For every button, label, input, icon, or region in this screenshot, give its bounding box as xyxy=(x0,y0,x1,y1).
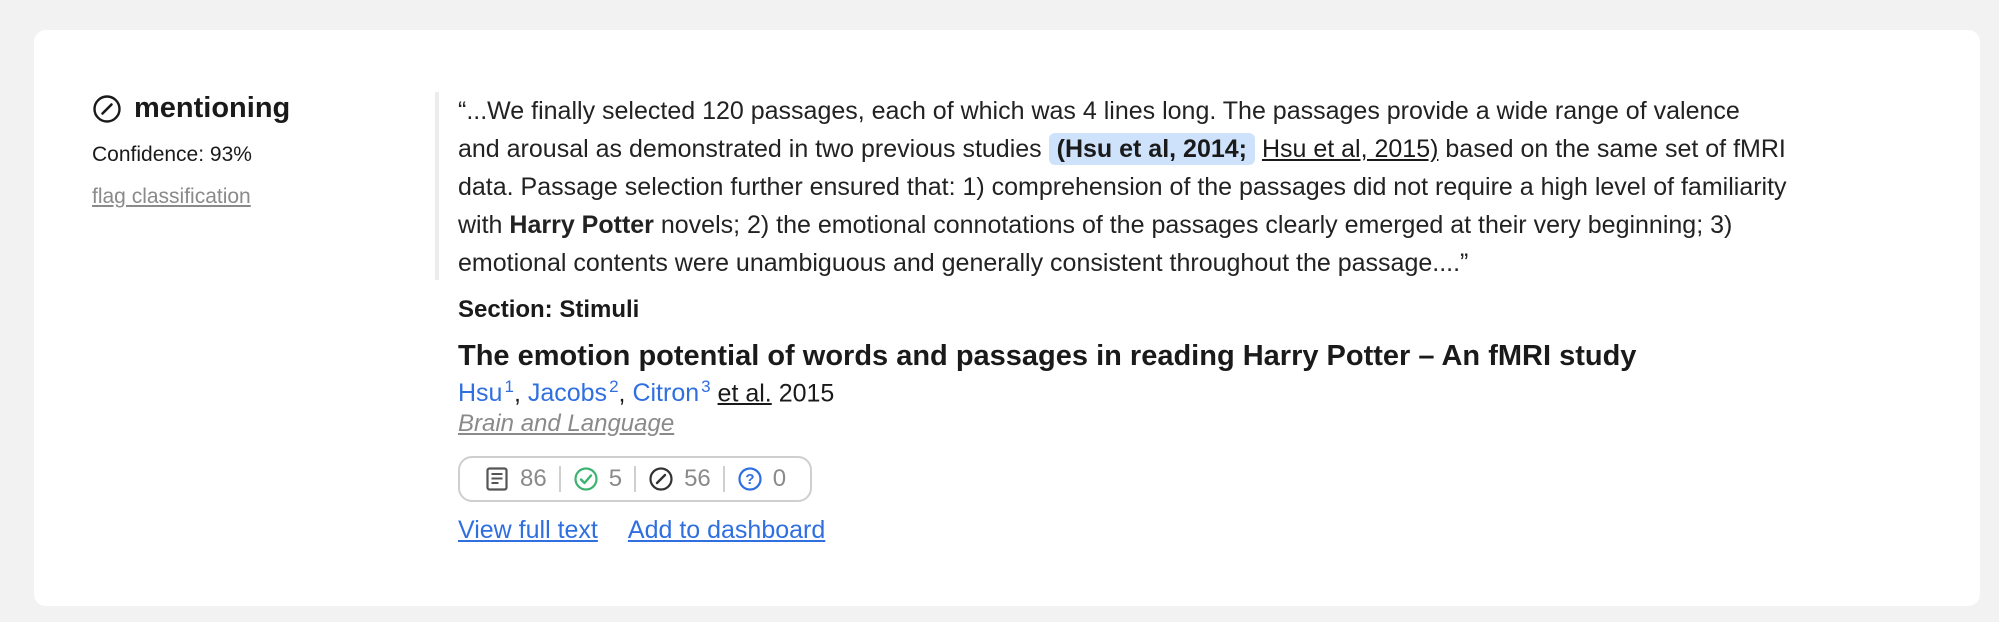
section-label: Section: Stimuli xyxy=(458,296,640,323)
et-al-link[interactable]: et al. xyxy=(718,379,772,407)
card-actions: View full text Add to dashboard xyxy=(458,516,1788,545)
supporting-count[interactable]: 5 xyxy=(561,465,634,493)
mentioning-count[interactable]: 56 xyxy=(636,465,723,493)
author-list: Hsu 1, Jacobs 2, Citron 3 et al. 2015 xyxy=(458,377,835,408)
supporting-check-icon xyxy=(574,467,598,491)
add-to-dashboard-link[interactable]: Add to dashboard xyxy=(628,516,825,545)
mentioning-icon xyxy=(93,94,121,123)
quote-divider xyxy=(435,92,439,280)
document-icon xyxy=(486,467,508,491)
question-icon: ? xyxy=(738,467,762,491)
journal-link[interactable]: Brain and Language xyxy=(458,410,674,438)
paper-title[interactable]: The emotion potential of words and passa… xyxy=(458,340,1788,373)
publication-year: 2015 xyxy=(778,379,835,408)
author-link[interactable]: Citron 3 xyxy=(632,377,710,407)
citing-publications-count[interactable]: 86 xyxy=(472,465,559,493)
citation-snippet: “...We finally selected 120 passages, ea… xyxy=(458,92,1788,282)
citation-highlight: (Hsu et al, 2014; xyxy=(1048,133,1255,165)
citation-content: “...We finally selected 120 passages, ea… xyxy=(458,92,1788,545)
classification-label: mentioning xyxy=(134,92,291,124)
confidence-text: Confidence: 93% xyxy=(92,143,252,166)
classification-panel: mentioning Confidence: 93% flag classifi… xyxy=(92,92,392,209)
classification-type: mentioning xyxy=(92,92,392,125)
contrasting-count[interactable]: ? 0 xyxy=(725,465,798,493)
author-link[interactable]: Jacobs 2 xyxy=(528,377,619,407)
citation-counts[interactable]: 86 5 56 ? 0 xyxy=(458,456,813,503)
citation-link[interactable]: Hsu et al, 2015) xyxy=(1262,135,1439,163)
flag-classification-link[interactable]: flag classification xyxy=(92,185,251,209)
snippet-bold-text: Harry Potter xyxy=(509,211,654,239)
citation-card: mentioning Confidence: 93% flag classifi… xyxy=(34,30,1980,606)
author-link[interactable]: Hsu 1 xyxy=(458,377,514,407)
view-full-text-link[interactable]: View full text xyxy=(458,516,598,545)
svg-text:?: ? xyxy=(745,471,754,488)
mentioning-icon xyxy=(649,467,673,491)
